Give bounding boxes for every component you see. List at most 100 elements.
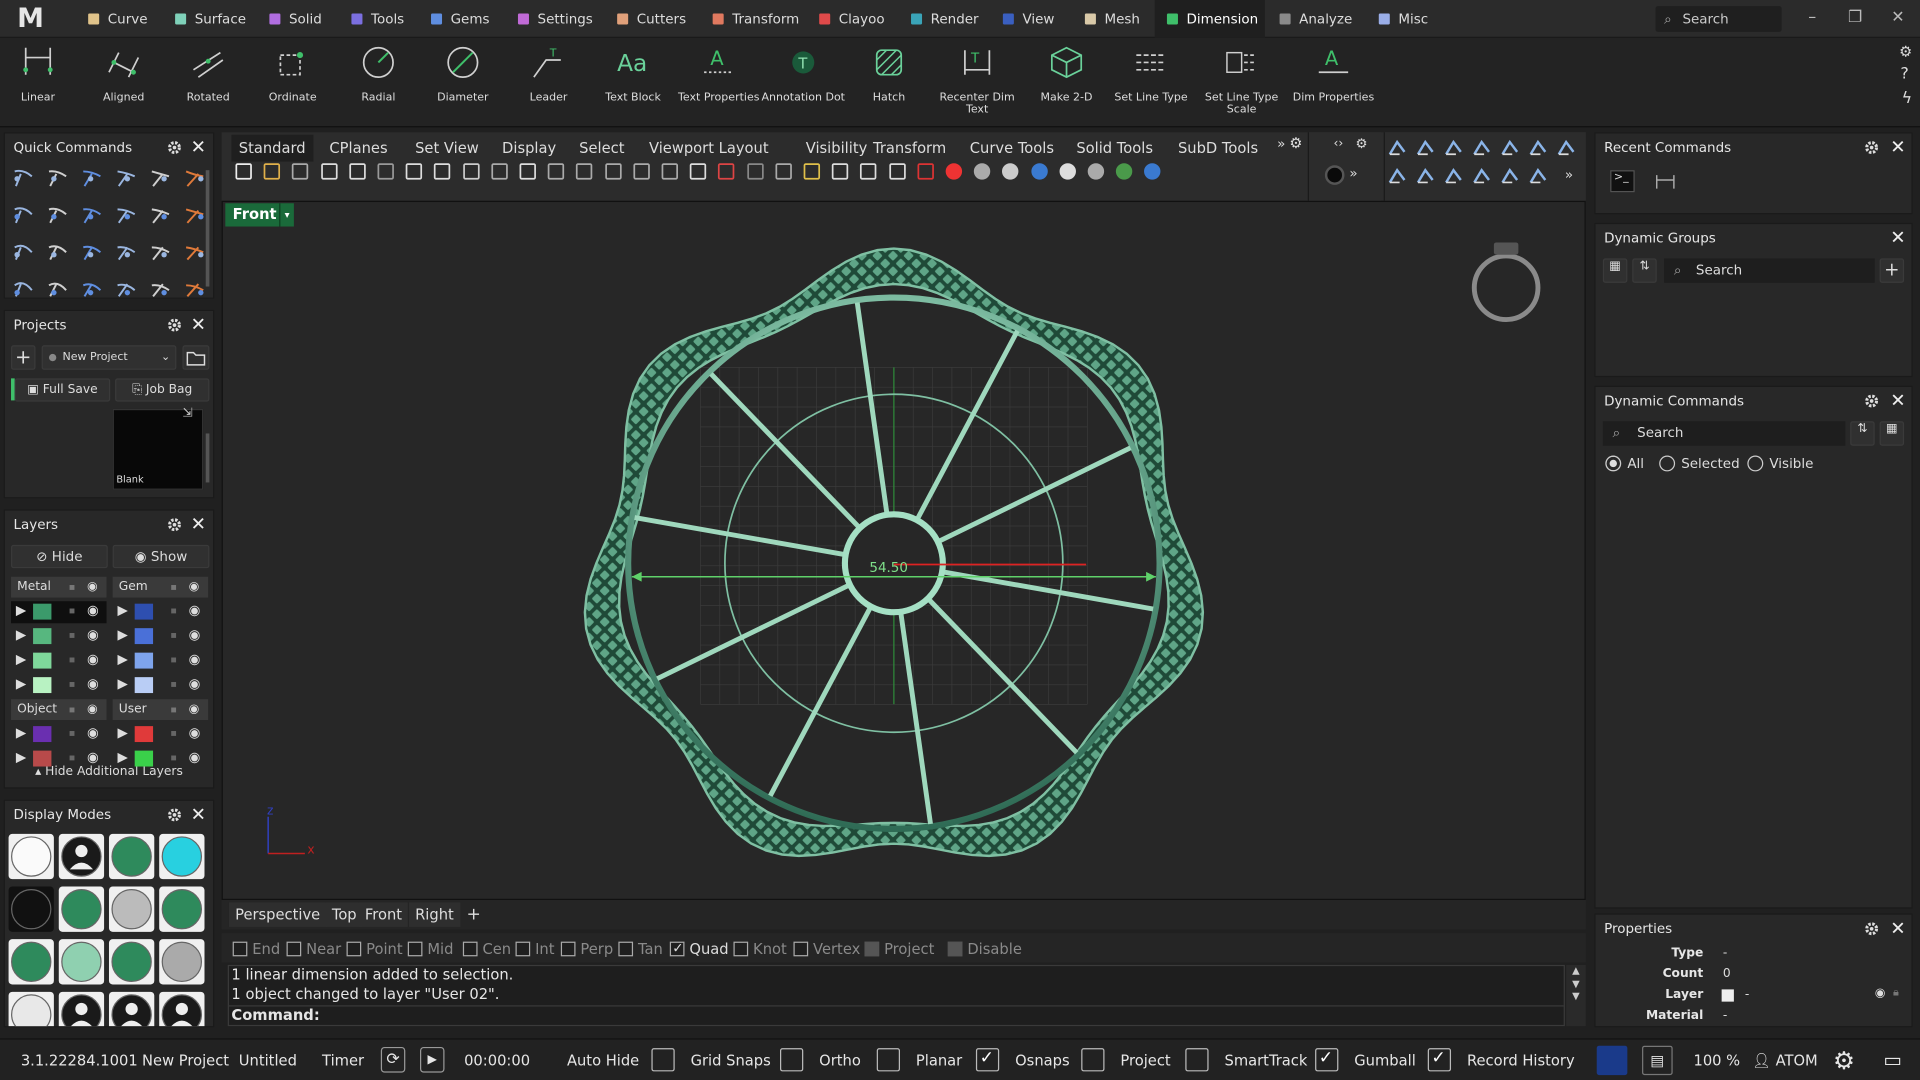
menu-transform[interactable]: Transform (710, 0, 808, 38)
toolbar-tab-set-view[interactable]: Set View (408, 135, 486, 162)
lock-icon[interactable]: ▪ (170, 699, 177, 720)
toggle-gumball-checkbox[interactable]: ✓ (1315, 1048, 1339, 1072)
toolbar-tab-display[interactable]: Display (495, 135, 564, 162)
eye-icon[interactable]: ◉ (87, 651, 99, 667)
lock-icon[interactable]: ▪ (170, 654, 177, 665)
checkbox[interactable] (346, 941, 362, 957)
toggle-smarttrack-checkbox[interactable] (1185, 1048, 1209, 1072)
toggle-osnaps[interactable]: Osnaps (1015, 1040, 1070, 1080)
menu-analyze[interactable]: Analyze (1277, 0, 1363, 38)
user4-mode-icon[interactable] (159, 991, 205, 1027)
terminal-icon[interactable]: >_ (1610, 170, 1635, 193)
menu-tools[interactable]: Tools (349, 0, 420, 38)
eye-icon[interactable]: ◉ (189, 725, 201, 741)
viewport-tab-right[interactable]: Right (408, 902, 460, 927)
eye-icon[interactable]: ◉ (87, 577, 98, 598)
osnap-vertex[interactable]: Vertex (793, 939, 860, 959)
zoom-out-icon[interactable] (632, 162, 652, 182)
diameter-button[interactable]: Diameter (414, 43, 512, 116)
text-properties-button[interactable]: A Text Properties (670, 43, 768, 116)
commands-search-input[interactable]: ⌕ Search (1602, 421, 1846, 446)
groups-search-input[interactable]: ⌕ Search (1664, 258, 1875, 283)
metal-mode-icon[interactable] (159, 939, 205, 985)
checkbox[interactable] (793, 941, 809, 957)
gear-icon[interactable] (167, 517, 183, 533)
set-line-type-button[interactable]: Set Line Type (1102, 43, 1200, 116)
lock-icon[interactable]: ▪ (69, 605, 76, 616)
status-auto-hide[interactable]: Auto Hide (567, 1040, 639, 1080)
align-r-icon[interactable] (1442, 165, 1464, 187)
layer-row[interactable]: ▶ ▪ ◉ (113, 626, 209, 648)
menu-view[interactable]: View (1000, 0, 1073, 38)
viewport-canvas[interactable] (223, 202, 1587, 901)
layer-color-swatch[interactable] (134, 726, 154, 743)
layer-color-swatch[interactable] (33, 628, 52, 645)
sphere-icon[interactable] (182, 277, 206, 301)
circle-icon[interactable] (80, 240, 104, 264)
rotate-y-icon[interactable] (1414, 137, 1436, 159)
sphere-icon[interactable] (1324, 165, 1345, 185)
copy-page-icon[interactable] (348, 162, 368, 182)
split-icon[interactable] (148, 203, 172, 227)
lock-icon[interactable]: ▪ (69, 577, 76, 598)
curve-icon[interactable] (148, 167, 172, 191)
mirror-icon[interactable] (182, 167, 206, 191)
eye-icon[interactable]: ◉ (87, 627, 99, 643)
light-icon[interactable] (802, 162, 822, 182)
layer-copy-icon[interactable] (45, 240, 69, 264)
lock-icon[interactable]: ▪ (69, 629, 76, 640)
arc-icon[interactable] (114, 167, 138, 191)
group-icon[interactable] (80, 167, 104, 191)
layer-row[interactable]: ▶ ▪ ◉ (11, 675, 107, 697)
checkbox[interactable] (947, 941, 963, 957)
expand-icon[interactable]: » (1349, 165, 1357, 181)
radio-icon[interactable] (1605, 455, 1622, 472)
add-project-button[interactable]: + (11, 345, 36, 370)
matte-mode-icon[interactable] (159, 886, 205, 932)
lasso-icon[interactable] (148, 240, 172, 264)
settings-icon[interactable] (1086, 162, 1106, 182)
ordinate-button[interactable]: Ordinate (244, 43, 342, 116)
glossy-mode-icon[interactable] (8, 939, 54, 985)
move-icon[interactable] (11, 203, 35, 227)
arrow-2-icon[interactable] (1499, 165, 1521, 187)
close-icon[interactable]: ✕ (190, 804, 207, 824)
viewport-tab-add[interactable]: + (460, 902, 487, 926)
layer-color-swatch[interactable] (33, 750, 52, 767)
extrude-icon[interactable] (80, 203, 104, 227)
toggle-osnaps-checkbox[interactable]: ✓ (975, 1048, 1000, 1072)
toolbar-tab-visibility[interactable]: Visibility (798, 135, 874, 162)
align-c-icon[interactable] (1414, 165, 1436, 187)
app-logo[interactable]: M (17, 4, 54, 35)
grid-icon[interactable] (688, 162, 708, 182)
glass-sphere-icon[interactable] (1001, 162, 1021, 182)
checkbox[interactable] (407, 941, 423, 957)
close-icon[interactable]: ✕ (1889, 137, 1906, 157)
eye-icon[interactable]: ◉ (87, 699, 98, 720)
set-line-type-scale-button[interactable]: Set Line Type Scale (1193, 43, 1291, 116)
export-icon[interactable]: ⇲ (182, 407, 192, 420)
toolbar-tab-standard[interactable]: Standard (231, 134, 313, 162)
flip-y-icon[interactable] (1499, 137, 1521, 159)
viewport-tab-top[interactable]: Top (325, 902, 363, 927)
toolbar-tab-select[interactable]: Select (572, 135, 632, 162)
zoom-previous-icon[interactable] (660, 162, 680, 182)
sun-icon[interactable] (1058, 162, 1078, 182)
layer-color-swatch[interactable] (33, 677, 52, 694)
menu-dimension[interactable]: Dimension (1154, 0, 1265, 38)
hide-layers-button[interactable]: ⊘ Hide (11, 544, 108, 569)
cut-icon[interactable] (182, 240, 206, 264)
radial-button[interactable]: Radial (329, 43, 427, 116)
layer-color-swatch[interactable] (33, 726, 52, 743)
eye-icon[interactable]: ◉ (189, 651, 201, 667)
checkbox[interactable] (232, 941, 248, 957)
scroll-end-icon[interactable]: ▼ (1566, 991, 1586, 1002)
recenter-dim-text-button[interactable]: T Recenter Dim Text (928, 43, 1026, 116)
expand-icon[interactable]: ▶ (16, 651, 26, 667)
osnap-perp[interactable]: Perp (560, 939, 613, 959)
eye-icon[interactable]: ◉ (189, 627, 201, 643)
lock-icon[interactable] (830, 162, 850, 182)
layer-color-swatch[interactable] (134, 652, 154, 669)
expand-icon[interactable]: ▶ (118, 602, 128, 618)
layer-row[interactable]: ▶ ▪ ◉ (113, 650, 209, 672)
